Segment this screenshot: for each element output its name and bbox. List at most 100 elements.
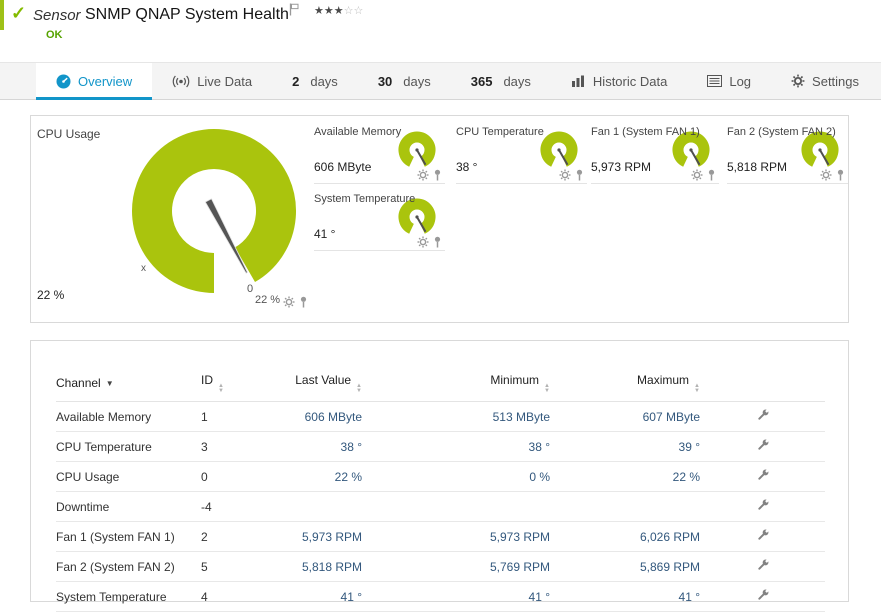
priority-stars[interactable]: ★★★☆☆: [314, 4, 363, 17]
mini-gauge-label: System Temperature: [314, 193, 416, 205]
max-value: 22 %: [550, 461, 700, 492]
last-value: 22 %: [286, 461, 362, 492]
col-header-label: Maximum: [637, 373, 690, 387]
mini-gauge-label: Fan 1 (System FAN 1): [591, 126, 700, 138]
channel-id: 1: [201, 401, 286, 432]
tab-historic-data[interactable]: Historic Data: [551, 63, 687, 99]
tab-2-days[interactable]: 2 days: [272, 63, 358, 99]
table-row: CPU Usage 0 22 % 0 % 22 %: [56, 461, 825, 492]
channel-settings-button[interactable]: [700, 581, 825, 612]
col-header-channel[interactable]: Channel ▼: [56, 367, 201, 402]
status-badge: OK: [46, 29, 63, 41]
channel-settings-button[interactable]: [700, 521, 825, 552]
channel-settings-button[interactable]: [700, 551, 825, 582]
mini-gauge-fan-1: Fan 1 (System FAN 1) 5,973 RPM: [591, 124, 719, 184]
channel-settings-button[interactable]: [700, 491, 825, 522]
gauge-gear-icon[interactable]: [283, 296, 295, 308]
wrench-icon: [757, 529, 769, 540]
gauge-dial: [398, 131, 436, 167]
mini-gauge-system-temperature: System Temperature 41 °: [314, 191, 445, 251]
col-header-id[interactable]: ID ▲ ▼: [201, 367, 286, 402]
min-value: 5,973 RPM: [362, 521, 550, 552]
min-value: 0 %: [362, 461, 550, 492]
mini-gauge-cpu-temperature: CPU Temperature 38 °: [456, 124, 587, 184]
gauge-gear-icon[interactable]: [691, 169, 703, 181]
max-value: 5,869 RPM: [550, 551, 700, 582]
channel-name[interactable]: System Temperature: [56, 581, 201, 612]
tab-day-number: 2: [292, 73, 300, 89]
tab-365-days[interactable]: 365 days: [451, 63, 551, 99]
gauge-gear-icon[interactable]: [820, 169, 832, 181]
max-value: 607 MByte: [550, 401, 700, 432]
table-row: Fan 2 (System FAN 2) 5 5,818 RPM 5,769 R…: [56, 551, 825, 582]
gauge-pin-icon[interactable]: [299, 296, 308, 308]
gauge-gear-icon[interactable]: [417, 169, 429, 181]
live-data-icon: [172, 75, 190, 87]
sort-arrows-icon: ▲ ▼: [694, 383, 700, 394]
tab-label: Historic Data: [592, 73, 668, 89]
min-value: 41 °: [362, 581, 550, 612]
channel-settings-button[interactable]: [700, 461, 825, 492]
gauge-pin-icon[interactable]: [433, 236, 442, 248]
col-header-settings: [700, 367, 825, 402]
sort-arrows-icon: ▲ ▼: [356, 383, 362, 394]
min-value: [362, 491, 550, 522]
col-header-minimum[interactable]: Minimum ▲ ▼: [362, 367, 550, 402]
tab-live-data[interactable]: Live Data: [152, 63, 272, 99]
status-check-icon: ✓: [11, 3, 27, 23]
channel-id: 2: [201, 521, 286, 552]
mini-gauge-available-memory: Available Memory 606 MByte: [314, 124, 445, 184]
mini-gauge-label: CPU Temperature: [456, 126, 544, 138]
min-value: 5,769 RPM: [362, 551, 550, 582]
gauge-pin-icon[interactable]: [836, 169, 845, 181]
table-row: Downtime -4: [56, 491, 825, 522]
gauge-pin-icon[interactable]: [433, 169, 442, 181]
channel-name[interactable]: CPU Usage: [56, 461, 201, 492]
gauge-gear-icon[interactable]: [417, 236, 429, 248]
tab-settings[interactable]: Settings: [771, 63, 879, 99]
col-header-maximum[interactable]: Maximum ▲ ▼: [550, 367, 700, 402]
mini-gauge-value: 5,973 RPM: [591, 160, 652, 174]
mini-gauge-value: 5,818 RPM: [727, 160, 788, 174]
channel-name[interactable]: Downtime: [56, 491, 201, 522]
status-color-strip: [0, 0, 4, 30]
tab-label: Settings: [812, 73, 860, 89]
sort-arrows-icon: ▲ ▼: [218, 383, 224, 394]
channel-settings-button[interactable]: [700, 431, 825, 462]
channel-name[interactable]: Fan 2 (System FAN 2): [56, 551, 201, 582]
mini-gauge-value: 38 °: [456, 160, 478, 174]
tab-overview[interactable]: Overview: [36, 63, 153, 100]
channel-id: 3: [201, 431, 286, 462]
table-header-row: Channel ▼ ID ▲ ▼ Last Value ▲ ▼ Minimum ▲ ▼ Max…: [56, 367, 825, 402]
tab-label: Log: [729, 73, 752, 89]
col-header-last-value[interactable]: Last Value ▲ ▼: [286, 367, 362, 402]
sensor-header: ✓ Sensor SNMP QNAP System Health ★★★☆☆ O…: [0, 0, 881, 62]
channel-id: 0: [201, 461, 286, 492]
channel-name[interactable]: CPU Temperature: [56, 431, 201, 462]
priority-flag-icon[interactable]: [289, 3, 299, 21]
min-value: 38 °: [362, 431, 550, 462]
gauge-gear-icon[interactable]: [559, 169, 571, 181]
stars-empty: ☆☆: [343, 5, 364, 17]
log-list-icon: [707, 75, 723, 87]
col-header-label: ID: [201, 373, 213, 387]
wrench-icon: [757, 469, 769, 480]
gauge-scale-max: 22 %: [255, 294, 281, 306]
tab-log[interactable]: Log: [687, 63, 771, 99]
channel-id: -4: [201, 491, 286, 522]
tab-30-days[interactable]: 30 days: [358, 63, 451, 99]
channel-settings-button[interactable]: [700, 401, 825, 432]
stars-filled: ★★★: [314, 5, 344, 17]
channel-table: Channel ▼ ID ▲ ▼ Last Value ▲ ▼ Minimum ▲ ▼ Max…: [56, 367, 825, 612]
gauge-pin-icon[interactable]: [575, 169, 584, 181]
tab-bar: Overview Live Data 2 days 30 days 365 da…: [0, 62, 881, 100]
channel-name[interactable]: Available Memory: [56, 401, 201, 432]
page-title: SNMP QNAP System Health: [85, 6, 289, 23]
max-value: 6,026 RPM: [550, 521, 700, 552]
wrench-icon: [757, 409, 769, 420]
primary-gauge-value: 22 %: [37, 288, 65, 302]
primary-gauge-label: CPU Usage: [37, 127, 101, 141]
channel-name[interactable]: Fan 1 (System FAN 1): [56, 521, 201, 552]
cpu-usage-gauge-dial: [132, 129, 296, 293]
gauge-pin-icon[interactable]: [707, 169, 716, 181]
